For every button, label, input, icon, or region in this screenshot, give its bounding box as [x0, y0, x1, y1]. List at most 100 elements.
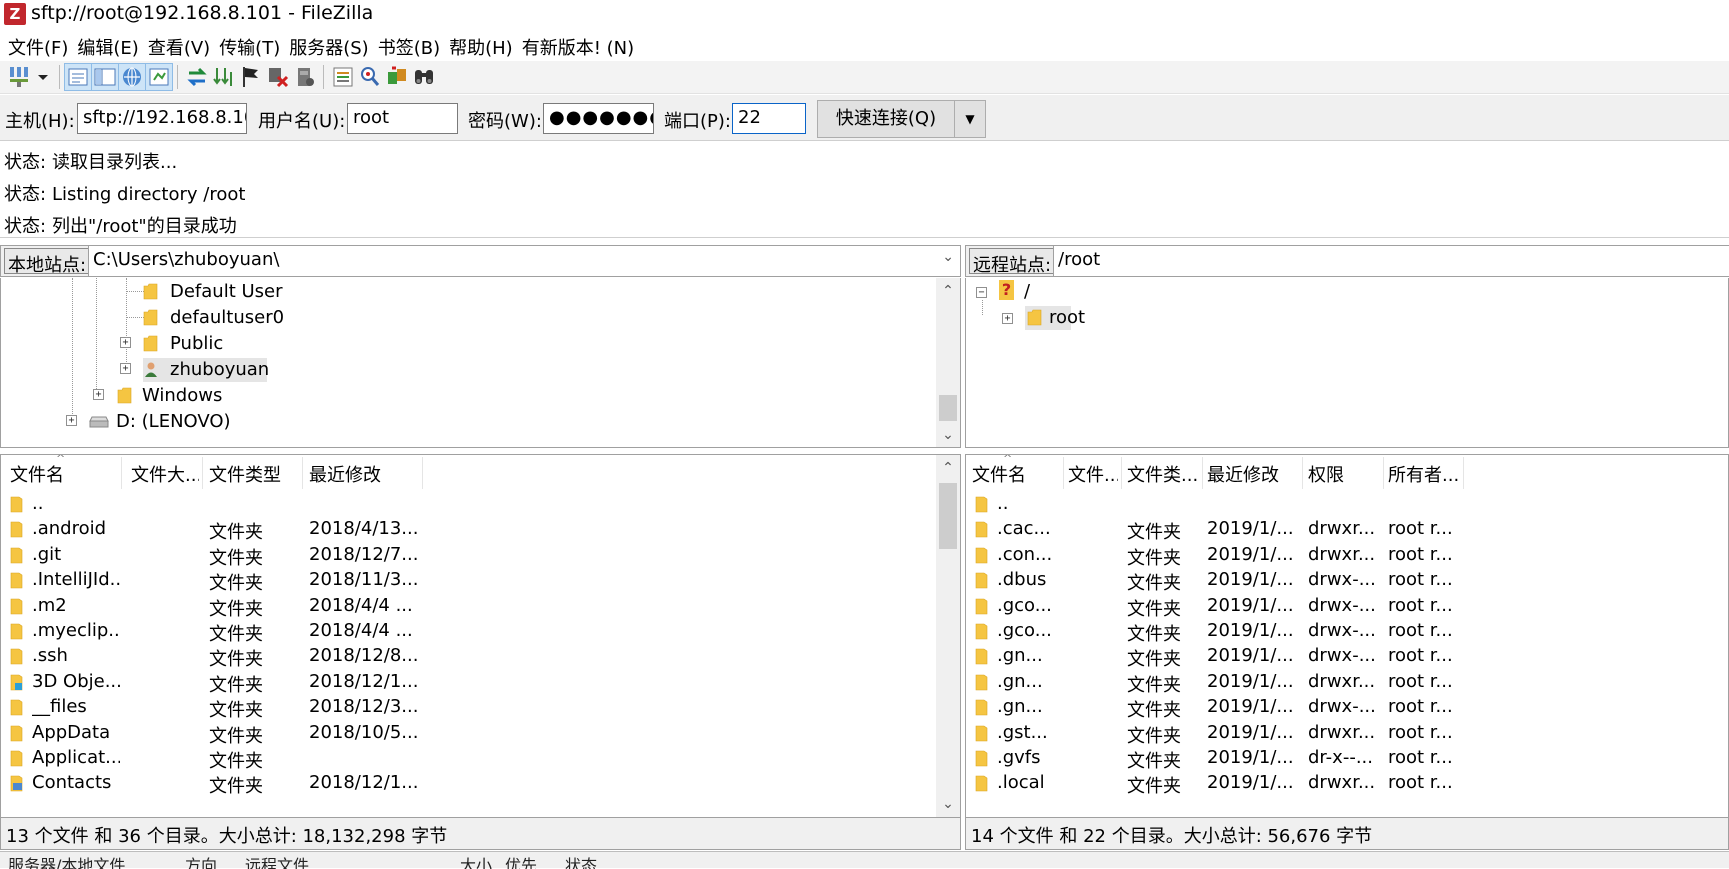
queue-column-status[interactable]: 状态	[565, 852, 597, 869]
file-row[interactable]: .m2 文件夹 2018/4/4 ...	[1, 593, 960, 621]
toggle-queue-icon[interactable]	[145, 63, 173, 91]
menu-transfer[interactable]: 传输(T)	[217, 31, 287, 61]
file-row[interactable]: .gn... 文件夹 2019/1/... drwx-... root r...	[966, 694, 1728, 722]
file-row[interactable]: __files 文件夹 2018/12/3...	[1, 694, 960, 722]
refresh-icon[interactable]	[184, 64, 210, 90]
collapse-icon[interactable]: −	[976, 287, 987, 298]
menu-server[interactable]: 服务器(S)	[287, 31, 375, 61]
password-input[interactable]: ●●●●●●●●	[543, 103, 654, 134]
menu-file[interactable]: 文件(F)	[6, 31, 75, 61]
menu-view[interactable]: 查看(V)	[146, 31, 217, 61]
file-row[interactable]: 3D Obje... 文件夹 2018/12/1...	[1, 669, 960, 697]
column-header-permissions[interactable]: 权限	[1308, 461, 1344, 487]
host-input[interactable]: sftp://192.168.8.101	[77, 103, 247, 134]
file-row[interactable]: .dbus 文件夹 2019/1/... drwx-... root r...	[966, 567, 1728, 595]
queue-column-local-file[interactable]: 服务器/本地文件	[8, 852, 125, 869]
filter-icon[interactable]	[357, 64, 383, 90]
expand-icon[interactable]: +	[120, 337, 131, 348]
site-manager-icon[interactable]	[6, 64, 32, 90]
process-queue-icon[interactable]	[211, 64, 237, 90]
file-row[interactable]: .gco... 文件夹 2019/1/... drwx-... root r...	[966, 593, 1728, 621]
scroll-down-icon[interactable]: ⌄	[936, 793, 960, 815]
scroll-down-icon[interactable]: ⌄	[936, 424, 960, 446]
file-row[interactable]: .gco... 文件夹 2019/1/... drwx-... root r...	[966, 618, 1728, 646]
disconnect-icon[interactable]	[265, 64, 291, 90]
tree-item-selected[interactable]: zhuboyuan	[143, 358, 269, 382]
file-row[interactable]: .local 文件夹 2019/1/... drwxr... root r...	[966, 770, 1728, 798]
file-row[interactable]: .ssh 文件夹 2018/12/8...	[1, 643, 960, 671]
scroll-up-icon[interactable]: ⌃	[936, 280, 960, 302]
directory-compare-icon[interactable]	[330, 64, 356, 90]
menu-new-version[interactable]: 有新版本! (N)	[520, 31, 641, 61]
local-tree-scrollbar[interactable]: ⌃ ⌄	[936, 278, 960, 447]
column-header-size[interactable]: 文件大...	[131, 461, 199, 487]
file-row[interactable]: Contacts 文件夹 2018/12/1...	[1, 770, 960, 798]
file-row[interactable]: .gvfs 文件夹 2019/1/... dr-x--... root r...	[966, 745, 1728, 773]
remote-path-input[interactable]: /root	[1053, 246, 1729, 276]
file-perms: drwxr...	[1308, 721, 1376, 743]
column-header-size[interactable]: 文件...	[1068, 461, 1118, 487]
expand-icon[interactable]: +	[120, 363, 131, 374]
expand-icon[interactable]: +	[1002, 313, 1013, 324]
folder-icon	[975, 776, 988, 792]
port-input[interactable]: 22	[732, 103, 806, 134]
column-header-modified[interactable]: 最近修改	[309, 461, 381, 487]
menu-bookmarks[interactable]: 书签(B)	[376, 31, 447, 61]
file-perms: drwx-...	[1308, 696, 1376, 718]
queue-column-direction[interactable]: 方向	[185, 852, 217, 869]
search-icon[interactable]	[411, 64, 437, 90]
scroll-thumb[interactable]	[939, 395, 957, 421]
folder-icon	[10, 572, 23, 589]
quickconnect-button[interactable]: 快速连接(Q)	[817, 100, 955, 138]
menu-help[interactable]: 帮助(H)	[447, 31, 520, 61]
tree-item-selected[interactable]: root	[1025, 306, 1085, 330]
dropdown-arrow-icon[interactable]	[34, 64, 52, 90]
drive-icon	[89, 416, 109, 428]
expand-icon[interactable]: +	[66, 415, 77, 426]
column-header-type[interactable]: 文件类...	[1127, 461, 1199, 487]
cancel-icon[interactable]	[238, 64, 264, 90]
scroll-up-icon[interactable]: ⌃	[936, 457, 960, 479]
toggle-local-tree-icon[interactable]	[91, 63, 119, 91]
folder-contacts-icon	[10, 776, 23, 792]
sync-browse-icon[interactable]	[384, 64, 410, 90]
scroll-thumb[interactable]	[939, 483, 957, 549]
column-header-modified[interactable]: 最近修改	[1207, 461, 1279, 487]
toggle-log-icon[interactable]	[64, 63, 92, 91]
chevron-down-icon[interactable]: ⌄	[942, 249, 954, 265]
quickconnect-history-dropdown[interactable]: ▼	[954, 100, 986, 138]
file-row[interactable]: .cac... 文件夹 2019/1/... drwxr... root r...	[966, 516, 1728, 544]
file-row[interactable]: .myeclip... 文件夹 2018/4/4 ...	[1, 618, 960, 646]
log-line: 状态: 读取目录列表...	[4, 152, 178, 173]
queue-column-size[interactable]: 大小	[460, 852, 492, 869]
reconnect-icon[interactable]	[292, 64, 318, 90]
queue-column-remote-file[interactable]: 远程文件	[245, 852, 309, 869]
file-row[interactable]: .gst... 文件夹 2019/1/... drwxr... root r...	[966, 720, 1728, 748]
column-header-owner[interactable]: 所有者...	[1388, 461, 1462, 487]
folder-icon	[10, 649, 23, 665]
local-list-scrollbar[interactable]: ⌃ ⌄	[936, 455, 960, 817]
username-input[interactable]: root	[347, 103, 458, 134]
file-row[interactable]: AppData 文件夹 2018/10/5...	[1, 720, 960, 748]
file-row[interactable]: .con... 文件夹 2019/1/... drwxr... root r...	[966, 542, 1728, 570]
folder-icon	[975, 572, 988, 589]
local-path-combobox[interactable]: C:\Users\zhuboyuan\ ⌄	[88, 246, 960, 276]
column-header-type[interactable]: 文件类型	[209, 461, 281, 487]
file-row[interactable]: .gn... 文件夹 2019/1/... drwxr... root r...	[966, 669, 1728, 697]
menu-edit[interactable]: 编辑(E)	[75, 31, 145, 61]
file-row[interactable]: .gn... 文件夹 2019/1/... drwx-... root r...	[966, 643, 1728, 671]
file-row[interactable]: ..	[1, 491, 960, 519]
username-label: 用户名(U):	[258, 111, 346, 132]
file-modified: 2019/1/...	[1207, 518, 1294, 540]
column-header-name[interactable]: 文件名	[972, 461, 1026, 487]
file-row[interactable]: .git 文件夹 2018/12/7...	[1, 542, 960, 570]
file-row[interactable]: .android 文件夹 2018/4/13...	[1, 516, 960, 544]
file-modified: 2019/1/...	[1207, 670, 1294, 692]
queue-column-priority[interactable]: 优先	[505, 852, 537, 869]
file-modified: 2018/4/4 ...	[309, 594, 413, 616]
file-row[interactable]: Applicat... 文件夹	[1, 745, 960, 773]
file-row[interactable]: ..	[966, 491, 1728, 519]
file-row[interactable]: .IntelliJId... 文件夹 2018/11/3...	[1, 567, 960, 595]
toggle-remote-tree-icon[interactable]	[118, 63, 146, 91]
expand-icon[interactable]: +	[93, 389, 104, 400]
